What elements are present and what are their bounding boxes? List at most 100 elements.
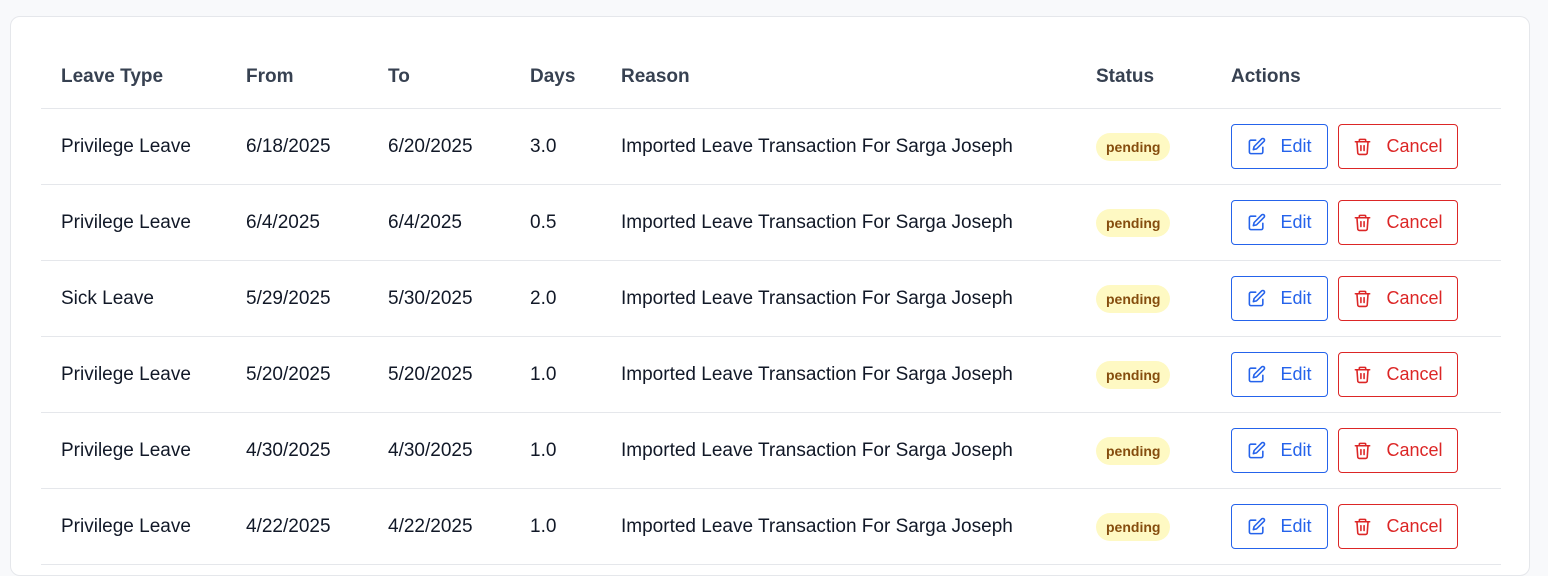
leave-type-cell: Privilege Leave [41,184,226,261]
reason-cell: Imported Leave Transaction For Sarga Jos… [601,488,1076,565]
leave-type-cell: Privilege Leave [41,488,226,565]
pencil-square-icon [1247,289,1266,308]
leave-type-cell: Privilege Leave [41,412,226,489]
edit-button[interactable]: Edit [1231,200,1328,245]
cancel-button[interactable]: Cancel [1338,124,1458,169]
trash-icon [1353,213,1372,232]
status-badge: pending [1096,132,1171,161]
cancel-label: Cancel [1386,136,1443,156]
actions-cell: Edit Cancel [1211,336,1501,413]
status-badge: pending [1096,436,1171,465]
cancel-button[interactable]: Cancel [1338,504,1458,549]
header-actions: Actions [1211,45,1501,109]
trash-icon [1353,365,1372,384]
leave-type-cell: Sick Leave [41,260,226,337]
leave-type-cell: Privilege Leave [41,108,226,185]
status-cell: pending [1076,336,1211,413]
header-reason: Reason [601,45,1076,109]
actions-cell: Edit Cancel [1211,488,1501,565]
cancel-button[interactable]: Cancel [1338,200,1458,245]
status-badge: pending [1096,512,1171,541]
days-cell: 1.0 [510,488,601,565]
table-row: Privilege Leave 4/22/2025 4/22/2025 1.0 … [41,488,1501,565]
reason-cell: Imported Leave Transaction For Sarga Jos… [601,108,1076,185]
table-row: Privilege Leave 4/30/2025 4/30/2025 1.0 … [41,412,1501,489]
cancel-button[interactable]: Cancel [1338,276,1458,321]
edit-button[interactable]: Edit [1231,276,1328,321]
actions-cell: Edit Cancel [1211,412,1501,489]
to-date-cell: 6/4/2025 [368,184,510,261]
edit-button[interactable]: Edit [1231,352,1328,397]
status-badge: pending [1096,284,1171,313]
status-cell: pending [1076,488,1211,565]
reason-cell: Imported Leave Transaction For Sarga Jos… [601,184,1076,261]
row-actions: Edit Cancel [1231,124,1501,169]
pencil-square-icon [1247,517,1266,536]
edit-button[interactable]: Edit [1231,428,1328,473]
cancel-button[interactable]: Cancel [1338,428,1458,473]
edit-label: Edit [1280,212,1312,232]
trash-icon [1353,137,1372,156]
status-cell: pending [1076,412,1211,489]
pencil-square-icon [1247,441,1266,460]
actions-cell: Edit Cancel [1211,108,1501,185]
table-row: Privilege Leave 5/20/2025 5/20/2025 1.0 … [41,336,1501,413]
trash-icon [1353,517,1372,536]
cancel-label: Cancel [1386,516,1443,536]
days-cell: 1.0 [510,412,601,489]
edit-label: Edit [1280,288,1312,308]
to-date-cell: 4/30/2025 [368,412,510,489]
pencil-square-icon [1247,137,1266,156]
from-date-cell: 5/20/2025 [226,336,368,413]
cancel-button[interactable]: Cancel [1338,352,1458,397]
reason-cell: Imported Leave Transaction For Sarga Jos… [601,336,1076,413]
reason-cell: Imported Leave Transaction For Sarga Jos… [601,260,1076,337]
pencil-square-icon [1247,213,1266,232]
table-row: Privilege Leave 6/18/2025 6/20/2025 3.0 … [41,108,1501,185]
trash-icon [1353,441,1372,460]
to-date-cell: 5/30/2025 [368,260,510,337]
edit-label: Edit [1280,136,1312,156]
days-cell: 2.0 [510,260,601,337]
reason-cell: Imported Leave Transaction For Sarga Jos… [601,412,1076,489]
from-date-cell: 6/4/2025 [226,184,368,261]
days-cell: 1.0 [510,336,601,413]
header-leave-type: Leave Type [41,45,226,109]
cancel-label: Cancel [1386,440,1443,460]
edit-button[interactable]: Edit [1231,504,1328,549]
actions-cell: Edit Cancel [1211,260,1501,337]
to-date-cell: 5/20/2025 [368,336,510,413]
actions-cell: Edit Cancel [1211,184,1501,261]
header-to: To [368,45,510,109]
leave-type-cell: Privilege Leave [41,336,226,413]
from-date-cell: 5/29/2025 [226,260,368,337]
to-date-cell: 6/20/2025 [368,108,510,185]
row-actions: Edit Cancel [1231,276,1501,321]
status-badge: pending [1096,208,1171,237]
pencil-square-icon [1247,365,1266,384]
leave-requests-table: Leave Type From To Days Reason Status Ac… [41,45,1501,565]
leave-requests-card: Leave Type From To Days Reason Status Ac… [10,16,1530,576]
to-date-cell: 4/22/2025 [368,488,510,565]
trash-icon [1353,289,1372,308]
row-actions: Edit Cancel [1231,200,1501,245]
status-cell: pending [1076,184,1211,261]
cancel-label: Cancel [1386,288,1443,308]
header-from: From [226,45,368,109]
days-cell: 0.5 [510,184,601,261]
header-days: Days [510,45,601,109]
table-row: Sick Leave 5/29/2025 5/30/2025 2.0 Impor… [41,260,1501,337]
from-date-cell: 4/22/2025 [226,488,368,565]
row-actions: Edit Cancel [1231,504,1501,549]
edit-button[interactable]: Edit [1231,124,1328,169]
header-status: Status [1076,45,1211,109]
from-date-cell: 4/30/2025 [226,412,368,489]
status-cell: pending [1076,260,1211,337]
from-date-cell: 6/18/2025 [226,108,368,185]
row-actions: Edit Cancel [1231,428,1501,473]
cancel-label: Cancel [1386,364,1443,384]
row-actions: Edit Cancel [1231,352,1501,397]
edit-label: Edit [1280,516,1312,536]
days-cell: 3.0 [510,108,601,185]
table-header-row: Leave Type From To Days Reason Status Ac… [41,45,1501,109]
